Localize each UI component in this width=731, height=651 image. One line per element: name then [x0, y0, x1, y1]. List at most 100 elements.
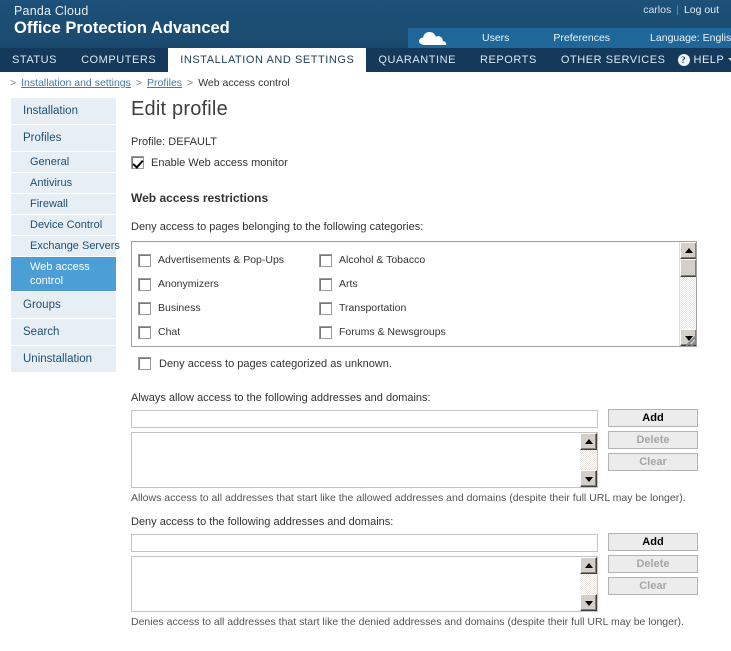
- profile-name-label: Profile: DEFAULT: [131, 136, 699, 148]
- allow-addresses-fields: [131, 409, 598, 488]
- web-access-restrictions-heading: Web access restrictions: [131, 191, 699, 205]
- triangle-up-icon: [585, 563, 593, 568]
- category-item[interactable]: Computers & Technology: [138, 344, 319, 347]
- scrollbar-track[interactable]: [580, 450, 597, 470]
- breadcrumb-arrow-icon: >: [136, 77, 142, 89]
- category-label: Forums & Newsgroups: [339, 326, 446, 338]
- user-strip-divider: |: [676, 4, 679, 16]
- categories-scrollbar[interactable]: [679, 242, 696, 346]
- cloud-logo-wrap: [408, 28, 460, 48]
- category-checkbox[interactable]: [138, 302, 151, 315]
- help-label: HELP: [694, 54, 725, 66]
- logout-link[interactable]: Log out: [684, 4, 719, 16]
- deny-addresses-label: Deny access to the following addresses a…: [131, 516, 699, 528]
- resize-grip-icon[interactable]: [686, 336, 696, 346]
- tab-reports[interactable]: REPORTS: [468, 48, 549, 72]
- category-checkbox[interactable]: [138, 254, 151, 267]
- category-item[interactable]: Transportation: [319, 296, 500, 320]
- allow-add-button[interactable]: Add: [608, 409, 698, 427]
- deny-list-scrollbar[interactable]: [580, 557, 597, 611]
- category-label: Transportation: [339, 302, 406, 314]
- scroll-up-button[interactable]: [580, 557, 597, 574]
- allow-addresses-listbox[interactable]: [131, 432, 598, 488]
- category-checkbox[interactable]: [319, 278, 332, 291]
- sidebar-item-uninstallation[interactable]: Uninstallation: [11, 346, 116, 373]
- scroll-up-button[interactable]: [680, 242, 697, 259]
- brand-top-line: Panda Cloud: [14, 4, 230, 18]
- category-label: Arts: [339, 278, 358, 290]
- sidebar-item-exchange-servers[interactable]: Exchange Servers: [11, 236, 116, 257]
- sidebar-item-search[interactable]: Search: [11, 319, 116, 346]
- enable-web-access-monitor-row[interactable]: Enable Web access monitor: [131, 156, 699, 169]
- deny-delete-button[interactable]: Delete: [608, 555, 698, 573]
- allow-list-scrollbar[interactable]: [580, 433, 597, 487]
- deny-unknown-checkbox[interactable]: [138, 357, 151, 370]
- scroll-down-button[interactable]: [580, 470, 597, 487]
- tab-installation-and-settings[interactable]: INSTALLATION AND SETTINGS: [168, 48, 366, 72]
- categories-grid: Advertisements & Pop-Ups Alcohol & Tobac…: [132, 242, 679, 346]
- sidebar-item-profiles[interactable]: Profiles: [11, 125, 116, 152]
- sidebar-item-web-access-control[interactable]: Web access control: [11, 257, 116, 292]
- sidebar-item-antivirus[interactable]: Antivirus: [11, 173, 116, 194]
- tab-computers[interactable]: COMPUTERS: [69, 48, 168, 72]
- category-checkbox[interactable]: [319, 254, 332, 267]
- category-item[interactable]: Alcohol & Tobacco: [319, 248, 500, 272]
- category-item[interactable]: Criminal Activity: [319, 344, 500, 347]
- deny-clear-button[interactable]: Clear: [608, 577, 698, 595]
- deny-addresses-listbox[interactable]: [131, 556, 598, 612]
- category-item[interactable]: Anonymizers: [138, 272, 319, 296]
- subnav-users-link[interactable]: Users: [480, 32, 511, 44]
- cloud-icon: [418, 30, 448, 46]
- category-item[interactable]: Business: [138, 296, 319, 320]
- page-title: Edit profile: [131, 98, 699, 121]
- tab-status[interactable]: STATUS: [0, 48, 69, 72]
- breadcrumb-arrow-icon: >: [187, 77, 193, 89]
- category-checkbox[interactable]: [138, 326, 151, 339]
- help-menu[interactable]: ? HELP: [678, 48, 731, 72]
- sidebar-item-general[interactable]: General: [11, 152, 116, 173]
- app-header: Panda Cloud Office Protection Advanced c…: [0, 0, 731, 48]
- sidebar-item-installation[interactable]: Installation: [11, 98, 116, 125]
- subnav-preferences-link[interactable]: Preferences: [551, 32, 612, 44]
- allow-addresses-label: Always allow access to the following add…: [131, 392, 699, 404]
- deny-addresses-buttons: Add Delete Clear: [608, 533, 698, 599]
- sidebar-item-firewall[interactable]: Firewall: [11, 194, 116, 215]
- scroll-down-button[interactable]: [580, 594, 597, 611]
- allow-delete-button[interactable]: Delete: [608, 431, 698, 449]
- category-checkbox[interactable]: [319, 326, 332, 339]
- category-item[interactable]: Advertisements & Pop-Ups: [138, 248, 319, 272]
- deny-unknown-row[interactable]: Deny access to pages categorized as unkn…: [138, 357, 699, 370]
- scrollbar-track[interactable]: [580, 574, 597, 594]
- category-item[interactable]: Chat: [138, 320, 319, 344]
- category-item[interactable]: Forums & Newsgroups: [319, 320, 500, 344]
- category-item[interactable]: Arts: [319, 272, 500, 296]
- sidebar-item-device-control[interactable]: Device Control: [11, 215, 116, 236]
- category-checkbox[interactable]: [319, 302, 332, 315]
- current-user-label: carlos: [643, 4, 671, 16]
- triangle-down-icon: [585, 477, 593, 482]
- breadcrumb: > Installation and settings > Profiles >…: [0, 72, 731, 94]
- allow-addresses-note: Allows access to all addresses that star…: [131, 492, 699, 504]
- enable-web-access-monitor-checkbox[interactable]: [131, 156, 144, 169]
- category-checkbox[interactable]: [138, 278, 151, 291]
- scrollbar-thumb[interactable]: [680, 259, 697, 277]
- deny-addresses-note: Denies access to all addresses that star…: [131, 616, 699, 628]
- tab-quarantine[interactable]: QUARANTINE: [366, 48, 468, 72]
- allow-address-input[interactable]: [131, 410, 598, 428]
- deny-address-input[interactable]: [131, 534, 598, 552]
- triangle-up-icon: [585, 439, 593, 444]
- breadcrumb-link-installation-and-settings[interactable]: Installation and settings: [21, 77, 131, 89]
- language-selector[interactable]: Language: English: [648, 32, 731, 44]
- category-label: Business: [158, 302, 201, 314]
- breadcrumb-link-profiles[interactable]: Profiles: [147, 77, 182, 89]
- sidebar-item-groups[interactable]: Groups: [11, 292, 116, 319]
- breadcrumb-arrow-icon: >: [10, 77, 16, 89]
- deny-add-button[interactable]: Add: [608, 533, 698, 551]
- secondary-nav: Users Preferences Language: English: [408, 28, 731, 48]
- triangle-up-icon: [685, 248, 693, 253]
- allow-clear-button[interactable]: Clear: [608, 453, 698, 471]
- tab-other-services[interactable]: OTHER SERVICES: [549, 48, 678, 72]
- deny-unknown-label: Deny access to pages categorized as unkn…: [159, 358, 392, 370]
- scroll-up-button[interactable]: [580, 433, 597, 450]
- category-label: Alcohol & Tobacco: [339, 254, 425, 266]
